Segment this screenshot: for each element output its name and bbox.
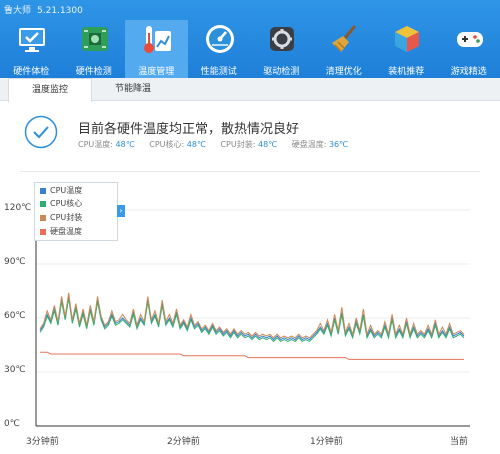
nav-label: 装机推荐 [388,67,425,77]
circuit-board-icon [81,27,108,51]
nav-performance-test[interactable]: 性能测试 [188,20,251,78]
legend-item[interactable]: CPU封装 [40,211,82,224]
cpu-package-value: 48℃ [257,140,278,149]
nav-label: 性能测试 [200,67,237,77]
nav-game-picks[interactable]: 游戏精选 [438,20,500,78]
app-version: 5.21.1300 [37,6,83,16]
check-circle-icon [24,115,58,149]
legend-label: 硬盘温度 [50,227,82,236]
y-tick-label: 90℃ [4,257,26,267]
status-title: 目前各硬件温度均正常，散热情况良好 [78,122,300,137]
app-name: 鲁大师 [4,6,32,16]
nav-label: 驱动检测 [263,67,300,77]
driver-gear-icon [270,27,294,51]
broom-icon [331,25,356,52]
nav-clean-optimize[interactable]: 清理优化 [313,20,376,78]
nav-label: 硬件体检 [13,67,50,77]
disk-temp-value: 36℃ [328,140,349,149]
x-tick-label: 2分钟前 [167,437,200,447]
nav-driver-detect[interactable]: 驱动检测 [250,20,313,78]
y-tick-label: 0℃ [4,419,20,429]
series-lines [39,292,465,360]
tab-bar: 温度监控 节能降温 [0,78,500,102]
tab-temperature-monitor[interactable]: 温度监控 [8,78,92,102]
cpu-temp-label: CPU温度: [78,140,113,149]
cpu-temp-value: 48℃ [115,140,135,149]
legend-label: CPU封装 [50,213,83,222]
y-tick-label: 120℃ [4,203,32,213]
top-bar: 鲁大师 5.21.1300 硬件体检 硬件检测 温度管理 性能测试 驱动检测 清理… [0,0,500,78]
legend-swatch [40,187,46,194]
legend-item[interactable]: CPU核心 [40,197,82,210]
nav-label: 硬件检测 [75,67,112,77]
app-title: 鲁大师 5.21.1300 [4,3,83,16]
nav-label: 温度管理 [138,67,175,77]
monitor-check-icon [19,28,45,52]
nav-label: 清理优化 [325,67,362,77]
nav-hardware-detect[interactable]: 硬件检测 [63,20,126,78]
nav-temperature-management[interactable]: 温度管理 [125,20,188,78]
legend-label: CPU核心 [50,199,83,208]
main-nav: 硬件体检 硬件检测 温度管理 性能测试 驱动检测 清理优化 装机推荐 游戏精选 [0,20,500,78]
speedometer-icon [205,25,234,53]
status-panel: 目前各硬件温度均正常，散热情况良好 CPU温度: 48℃ CPU核心: 48℃ … [0,101,500,167]
x-tick-label: 3分钟前 [26,437,59,447]
thermometer-icon [144,26,171,53]
x-tick-label: 当前 [450,437,469,447]
nav-build-recommend[interactable]: 装机推荐 [375,20,438,78]
series-line-1 [39,298,465,343]
temperature-summary: CPU温度: 48℃ CPU核心: 48℃ CPU封装: 48℃ 硬盘温度: 3… [78,139,360,150]
disk-temp-label: 硬盘温度: [291,140,327,149]
gamepad-icon [456,32,483,47]
tab-energy-saving[interactable]: 节能降温 [90,78,176,100]
x-tick-label: 1分钟前 [310,437,343,447]
cpu-core-value: 48℃ [186,140,206,149]
y-tick-label: 30℃ [4,365,26,375]
legend-toggle-arrow-icon[interactable]: › [117,205,125,217]
nav-hardware-checkup[interactable]: 硬件体检 [0,20,63,78]
series-line-3 [40,351,464,360]
legend-item[interactable]: CPU温度 [40,184,82,197]
legend-item[interactable]: 硬盘温度 [40,225,82,238]
legend-label: CPU温度 [50,186,83,195]
cpu-package-label: CPU封装: [220,140,256,149]
cube-icon [395,26,419,52]
y-tick-label: 60℃ [4,311,26,321]
chart-legend: CPU温度 CPU核心 CPU封装 硬盘温度 › [34,182,125,241]
legend-swatch [40,214,46,221]
legend-swatch [40,228,46,235]
legend-swatch [40,200,46,207]
cpu-core-label: CPU核心: [149,140,185,149]
nav-label: 游戏精选 [450,67,487,77]
